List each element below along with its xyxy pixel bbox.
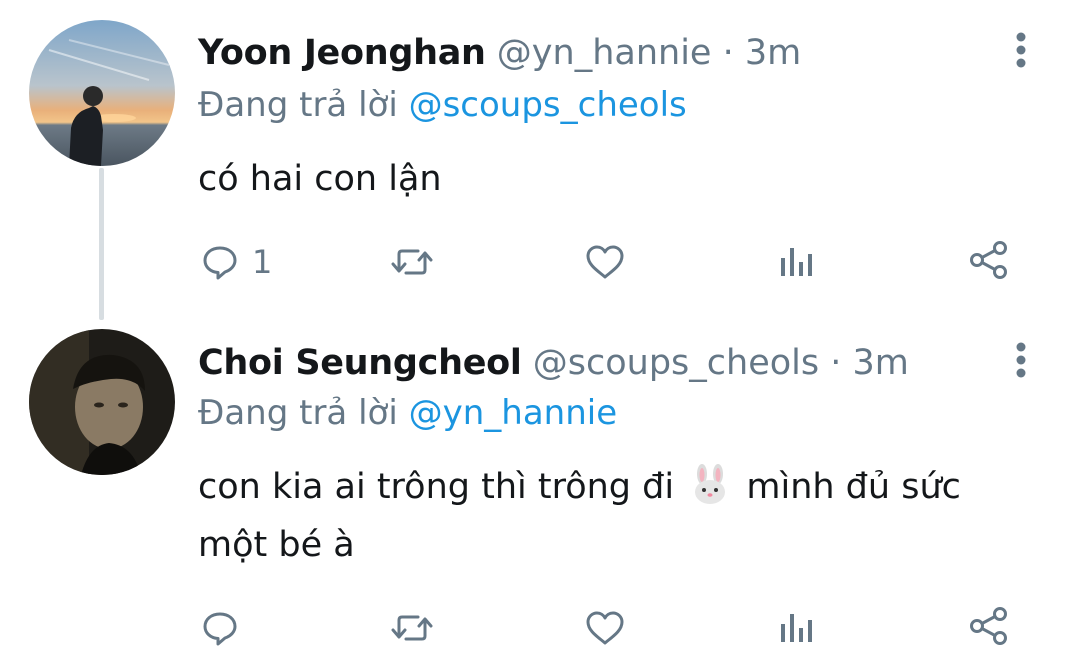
analytics-button[interactable] [778,242,814,282]
replying-to: Đang trả lời @scoups_cheols [198,88,687,122]
separator-dot: · [830,343,842,383]
reply-button[interactable] [200,608,252,648]
more-options-button[interactable] [1008,30,1034,74]
user-handle[interactable]: @yn_hannie [497,33,712,73]
share-icon [970,241,1007,279]
more-options-icon [1016,32,1026,68]
reply-count: 1 [252,243,273,281]
tweet-text-part1: con kia ai trông thì trông đi [198,467,675,507]
retweet-icon [391,249,433,275]
separator-dot: · [722,33,734,73]
replying-to-mention[interactable]: @yn_hannie [409,393,618,433]
avatar-image [29,329,175,475]
tweet-header: Yoon Jeonghan @yn_hannie · 3m [198,36,801,71]
tweet-text-part2: mình đủ sức [746,467,961,507]
tweet-text-content: có hai con lận [198,159,442,199]
display-name[interactable]: Yoon Jeonghan [198,33,486,73]
avatar-image [29,20,175,166]
share-button[interactable] [968,606,1010,646]
more-options-icon [1016,342,1026,378]
tweet-text: có hai con lận [198,150,1038,208]
replying-to-mention[interactable]: @scoups_cheols [409,85,687,125]
tweet-header: Choi Seungcheol @scoups_cheols · 3m [198,346,909,381]
like-button[interactable] [584,608,626,648]
replying-to-label: Đang trả lời [198,85,398,125]
reply-button[interactable]: 1 [200,242,272,282]
tweet-text-line2: một bé à [198,525,355,565]
reply-icon [203,246,237,280]
tweet[interactable]: Yoon Jeonghan @yn_hannie · 3m Đang trả l… [0,0,1080,320]
reply-icon [203,612,237,646]
user-handle[interactable]: @scoups_cheols [533,343,819,383]
avatar[interactable] [29,329,175,475]
analytics-icon [781,248,812,276]
timestamp[interactable]: 3m [745,33,801,73]
like-icon [586,245,624,279]
rabbit-face-icon [689,464,731,506]
retweet-button[interactable] [389,608,435,648]
like-button[interactable] [584,242,626,282]
share-button[interactable] [968,240,1010,280]
share-icon [970,607,1007,645]
tweet[interactable]: Choi Seungcheol @scoups_cheols · 3m Đang… [0,320,1080,665]
replying-to: Đang trả lời @yn_hannie [198,396,617,430]
avatar[interactable] [29,20,175,166]
replying-to-label: Đang trả lời [198,393,398,433]
like-icon [586,611,624,645]
retweet-icon [391,615,433,641]
retweet-button[interactable] [389,242,435,282]
tweet-text: con kia ai trông thì trông đi mình đủ sứ… [198,458,1038,574]
timestamp[interactable]: 3m [853,343,909,383]
analytics-icon [781,614,812,642]
display-name[interactable]: Choi Seungcheol [198,343,522,383]
more-options-button[interactable] [1008,340,1034,384]
analytics-button[interactable] [778,608,814,648]
